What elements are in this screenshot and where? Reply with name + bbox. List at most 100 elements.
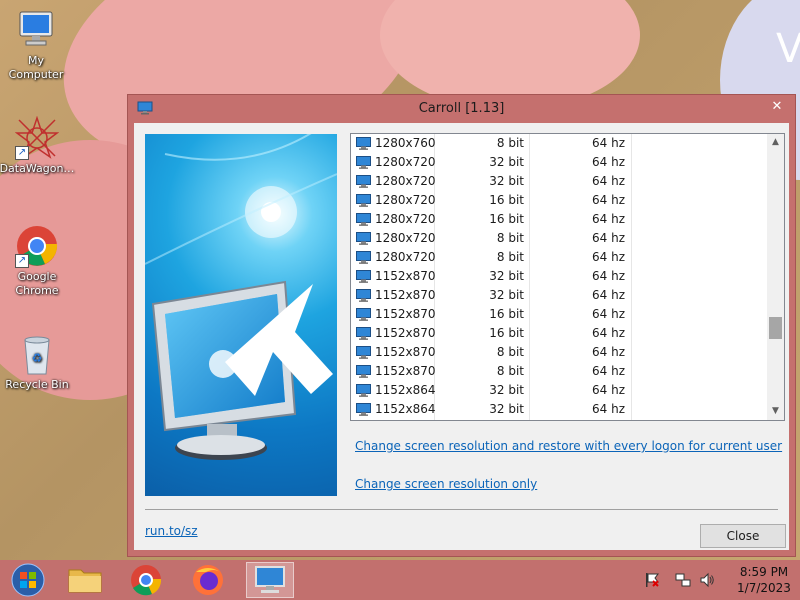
- desktop-icon-my-computer[interactable]: My Computer: [0, 8, 74, 82]
- resolution-row[interactable]: 1152x870 32 bit 64 hz: [351, 286, 784, 305]
- resolution-value: 1152x870: [375, 269, 436, 283]
- refresh-rate-value: 64 hz: [592, 345, 625, 359]
- close-button[interactable]: Close: [700, 524, 786, 548]
- resolution-value: 1280x720: [375, 174, 436, 188]
- refresh-rate-value: 64 hz: [592, 174, 625, 188]
- resolution-value: 1152x870: [375, 345, 436, 359]
- refresh-rate-value: 64 hz: [592, 307, 625, 321]
- refresh-rate-value: 64 hz: [592, 288, 625, 302]
- taskbar-firefox[interactable]: [184, 562, 232, 598]
- resolution-row[interactable]: 1152x870 32 bit 64 hz: [351, 267, 784, 286]
- resolution-row[interactable]: 1280x760 8 bit 64 hz: [351, 134, 784, 153]
- color-depth-value: 32 bit: [489, 269, 524, 283]
- taskbar-chrome[interactable]: [122, 562, 170, 598]
- scroll-down-arrow-icon[interactable]: ▼: [767, 403, 784, 420]
- desktop-icon-google-chrome[interactable]: ↗ Google Chrome: [0, 224, 75, 298]
- resolution-row[interactable]: 1152x864 32 bit 64 hz: [351, 381, 784, 400]
- color-depth-value: 32 bit: [489, 288, 524, 302]
- resolution-row[interactable]: 1152x864 32 bit 64 hz: [351, 400, 784, 419]
- monitor-icon: [356, 365, 371, 378]
- network-icon[interactable]: [675, 572, 691, 588]
- desktop-icon-label: Recycle Bin: [5, 378, 69, 391]
- desktop-icon-label: Google Chrome: [15, 270, 59, 297]
- website-link[interactable]: run.to/sz: [145, 524, 198, 538]
- taskbar-file-explorer[interactable]: [61, 562, 109, 598]
- desktop-icon-recycle-bin[interactable]: ♻ Recycle Bin: [0, 332, 75, 392]
- color-depth-value: 8 bit: [496, 231, 524, 245]
- resolution-value: 1280x760: [375, 136, 436, 150]
- change-resolution-only-link[interactable]: Change screen resolution only: [355, 477, 537, 491]
- refresh-rate-value: 64 hz: [592, 212, 625, 226]
- resolution-value: 1152x870: [375, 326, 436, 340]
- resolution-value: 1280x720: [375, 193, 436, 207]
- shortcut-arrow-icon: ↗: [15, 254, 29, 268]
- monitor-icon: [356, 194, 371, 207]
- monitor-icon: [356, 137, 371, 150]
- resolution-value: 1152x864: [375, 402, 436, 416]
- color-depth-value: 16 bit: [489, 307, 524, 321]
- resolution-row[interactable]: 1152x870 8 bit 64 hz: [351, 343, 784, 362]
- star-logo-icon: ↗: [14, 115, 60, 160]
- monitor-icon: [356, 251, 371, 264]
- taskbar: 8:59 PM 1/7/2023: [0, 560, 800, 600]
- window-close-button[interactable]: ✕: [767, 97, 787, 117]
- resolution-row[interactable]: 1280x720 16 bit 64 hz: [351, 210, 784, 229]
- svg-text:♻: ♻: [32, 351, 43, 365]
- resolution-row[interactable]: 1280x720 16 bit 64 hz: [351, 191, 784, 210]
- monitor-icon: [356, 308, 371, 321]
- chrome-icon: ↗: [15, 224, 59, 268]
- resolution-row[interactable]: 1280x720 8 bit 64 hz: [351, 248, 784, 267]
- monitor-icon: [356, 232, 371, 245]
- monitor-arrow-banner-image: [145, 134, 337, 496]
- resolution-value: 1152x870: [375, 288, 436, 302]
- refresh-rate-value: 64 hz: [592, 402, 625, 416]
- change-resolution-restore-link[interactable]: Change screen resolution and restore wit…: [355, 439, 782, 453]
- monitor-icon: [356, 384, 371, 397]
- color-depth-value: 16 bit: [489, 193, 524, 207]
- resolution-row[interactable]: 1280x720 8 bit 64 hz: [351, 229, 784, 248]
- scroll-up-arrow-icon[interactable]: ▲: [767, 134, 784, 151]
- recycle-bin-icon: ♻: [15, 332, 59, 376]
- monitor-icon: [356, 289, 371, 302]
- folder-icon: [68, 569, 102, 593]
- resolution-row[interactable]: 1152x870 16 bit 64 hz: [351, 305, 784, 324]
- refresh-rate-value: 64 hz: [592, 136, 625, 150]
- computer-icon: [14, 8, 58, 52]
- shortcut-arrow-icon: ↗: [15, 146, 29, 160]
- vertical-scrollbar[interactable]: ▲ ▼: [767, 134, 784, 420]
- flag-icon[interactable]: [644, 572, 660, 588]
- monitor-icon: [356, 327, 371, 340]
- scrollbar-thumb[interactable]: [769, 316, 782, 339]
- resolution-row[interactable]: 1152x870 8 bit 64 hz: [351, 362, 784, 381]
- resolution-value: 1280x720: [375, 212, 436, 226]
- window-title-bar[interactable]: Carroll [1.13] ✕: [128, 95, 795, 123]
- resolution-row[interactable]: 1152x870 16 bit 64 hz: [351, 324, 784, 343]
- monitor-icon: [356, 270, 371, 283]
- carroll-window: Carroll [1.13] ✕ 1280x760 8 bit 64 hz 12…: [127, 94, 796, 557]
- start-button[interactable]: [4, 562, 52, 598]
- resolution-value: 1280x720: [375, 231, 436, 245]
- color-depth-value: 32 bit: [489, 174, 524, 188]
- resolution-row[interactable]: 1280x720 32 bit 64 hz: [351, 153, 784, 172]
- refresh-rate-value: 64 hz: [592, 326, 625, 340]
- clock[interactable]: 8:59 PM 1/7/2023: [733, 564, 795, 596]
- refresh-rate-value: 64 hz: [592, 231, 625, 245]
- divider: [145, 509, 778, 510]
- refresh-rate-value: 64 hz: [592, 193, 625, 207]
- color-depth-value: 32 bit: [489, 155, 524, 169]
- resolution-rows: 1280x760 8 bit 64 hz 1280x720 32 bit 64 hz 128…: [351, 134, 784, 419]
- refresh-rate-value: 64 hz: [592, 364, 625, 378]
- desktop-icon-datawagon[interactable]: ↗ DataWagon…: [0, 115, 75, 176]
- color-depth-value: 32 bit: [489, 383, 524, 397]
- speaker-icon[interactable]: [699, 572, 715, 588]
- color-depth-value: 32 bit: [489, 402, 524, 416]
- resolution-list[interactable]: 1280x760 8 bit 64 hz 1280x720 32 bit 64 hz 128…: [350, 133, 785, 421]
- resolution-row[interactable]: 1280x720 32 bit 64 hz: [351, 172, 784, 191]
- windows-start-icon: [11, 563, 45, 597]
- resolution-value: 1152x870: [375, 364, 436, 378]
- color-depth-value: 8 bit: [496, 250, 524, 264]
- color-depth-value: 8 bit: [496, 364, 524, 378]
- firefox-icon: [193, 565, 223, 595]
- color-depth-value: 8 bit: [496, 136, 524, 150]
- taskbar-carroll[interactable]: [246, 562, 294, 598]
